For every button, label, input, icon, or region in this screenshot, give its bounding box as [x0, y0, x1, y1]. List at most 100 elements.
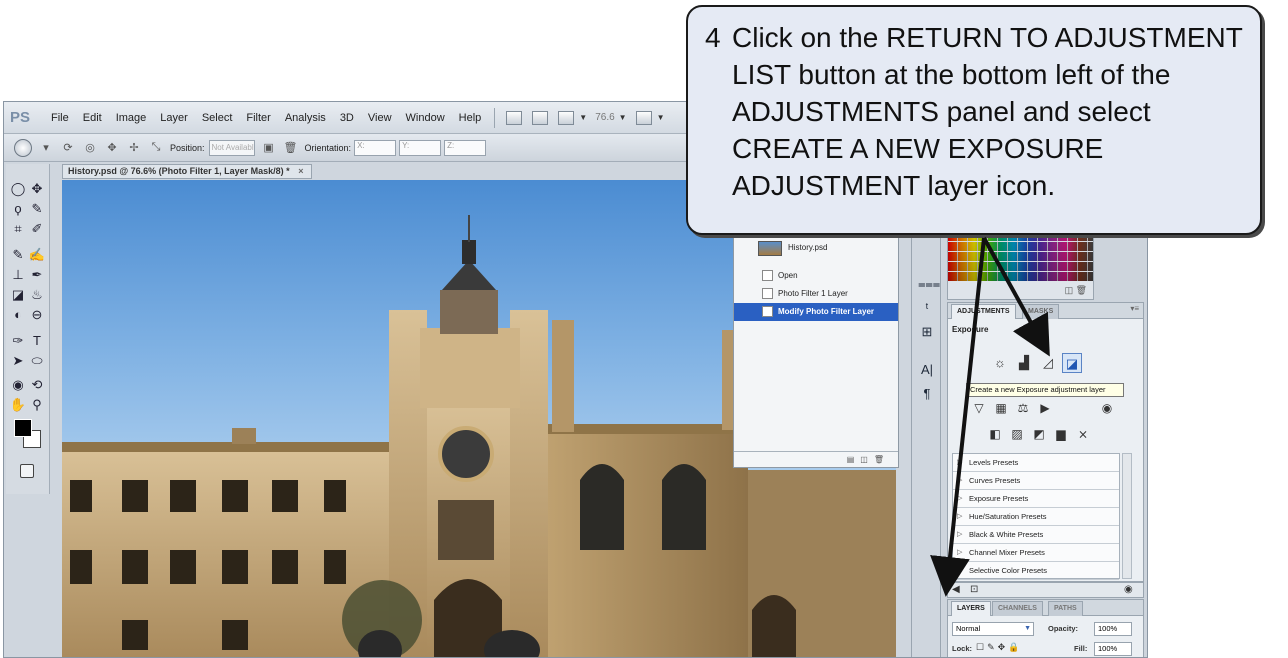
- menu-3d[interactable]: 3D: [333, 112, 361, 124]
- move-tool-icon[interactable]: ✥: [28, 180, 46, 198]
- preset-curves[interactable]: ▷ Curves Presets: [953, 472, 1119, 490]
- history-item-photo-filter[interactable]: Photo Filter 1 Layer: [734, 285, 898, 303]
- clip-to-layer-icon[interactable]: ◉: [1124, 584, 1133, 595]
- z-field[interactable]: Z:: [444, 139, 487, 156]
- exposure-icon[interactable]: ◪: [1062, 353, 1082, 373]
- return-to-adjustment-list-icon[interactable]: ◀: [952, 584, 960, 595]
- chevron-down-icon[interactable]: ▼: [657, 113, 665, 122]
- tool-preset-icon[interactable]: [14, 138, 32, 157]
- foreground-color-swatch[interactable]: [14, 419, 32, 437]
- hand-tool-icon[interactable]: ✋: [9, 396, 27, 414]
- document-tab[interactable]: History.psd @ 76.6% (Photo Filter 1, Lay…: [62, 164, 312, 179]
- delete-position-icon[interactable]: 🗑: [283, 141, 299, 155]
- brush-tool-icon[interactable]: ✍: [28, 246, 46, 264]
- 3d-rotate-icon[interactable]: ◉: [9, 376, 27, 394]
- quick-select-tool-icon[interactable]: ✎: [28, 200, 46, 218]
- opacity-field[interactable]: 100%: [1094, 622, 1132, 636]
- clone-stamp-icon[interactable]: ⊥: [9, 266, 27, 284]
- invert-icon[interactable]: ◧: [986, 427, 1004, 443]
- chevron-right-icon[interactable]: ▷: [957, 508, 962, 525]
- menu-image[interactable]: Image: [109, 112, 154, 124]
- type-tool-icon[interactable]: T: [28, 332, 46, 350]
- history-snapshot[interactable]: History.psd: [734, 239, 898, 259]
- chevron-right-icon[interactable]: ▷: [957, 454, 962, 471]
- chevron-right-icon[interactable]: ▷: [957, 472, 962, 489]
- view-extras-icon[interactable]: [558, 110, 575, 125]
- chevron-down-icon[interactable]: ▾: [38, 141, 54, 155]
- chevron-down-icon[interactable]: ▼: [619, 113, 627, 122]
- menu-window[interactable]: Window: [399, 112, 452, 124]
- menu-edit[interactable]: Edit: [76, 112, 109, 124]
- rotate-3d-icon[interactable]: ⟳: [60, 141, 76, 155]
- quick-mask-icon[interactable]: [20, 464, 34, 478]
- tab-channels[interactable]: CHANNELS: [992, 601, 1043, 616]
- preset-black-white[interactable]: ▷ Black & White Presets: [953, 526, 1119, 544]
- close-icon[interactable]: ×: [298, 166, 303, 176]
- tab-layers[interactable]: LAYERS: [951, 601, 991, 616]
- save-position-icon[interactable]: ▣: [261, 141, 277, 155]
- zoom-tool-icon[interactable]: ⚲: [28, 396, 46, 414]
- fill-field[interactable]: 100%: [1094, 642, 1132, 656]
- preset-hue-saturation[interactable]: ▷ Hue/Saturation Presets: [953, 508, 1119, 526]
- hue-saturation-icon[interactable]: ▦: [992, 401, 1010, 417]
- clone-source-icon[interactable]: ⊞: [918, 324, 936, 340]
- history-item-modify-photo-filter[interactable]: Modify Photo Filter Layer: [734, 303, 898, 321]
- history-item-open[interactable]: Open: [734, 267, 898, 285]
- blur-tool-icon[interactable]: ◐: [9, 306, 27, 324]
- menu-view[interactable]: View: [361, 112, 399, 124]
- menu-select[interactable]: Select: [195, 112, 240, 124]
- path-selection-icon[interactable]: ➤: [9, 352, 27, 370]
- dodge-tool-icon[interactable]: ⊖: [28, 306, 46, 324]
- paint-bucket-icon[interactable]: ♨: [28, 286, 46, 304]
- brightness-contrast-icon[interactable]: ☼: [990, 353, 1010, 373]
- tab-paths[interactable]: PATHS: [1048, 601, 1083, 616]
- channel-mixer-icon[interactable]: ◉: [1098, 401, 1116, 417]
- menu-help[interactable]: Help: [452, 112, 489, 124]
- zoom-level[interactable]: 76.6: [591, 112, 618, 123]
- drag-3d-icon[interactable]: ✥: [104, 141, 120, 155]
- preset-levels[interactable]: ▷ Levels Presets: [953, 454, 1119, 472]
- chevron-down-icon[interactable]: ▼: [1024, 623, 1031, 635]
- panel-menu-icon[interactable]: ▾≡: [1130, 304, 1139, 313]
- y-field[interactable]: Y:: [399, 139, 442, 156]
- preset-exposure[interactable]: ▷ Exposure Presets: [953, 490, 1119, 508]
- position-select[interactable]: Not Available: [208, 139, 255, 156]
- shape-tool-icon[interactable]: ⬭: [28, 352, 46, 370]
- character-icon[interactable]: A|: [918, 362, 936, 378]
- arrange-documents-icon[interactable]: [635, 110, 652, 125]
- tab-masks[interactable]: MASKS: [1022, 304, 1060, 319]
- preset-selective-color[interactable]: ▷ Selective Color Presets: [953, 562, 1119, 580]
- chevron-down-icon[interactable]: ▼: [579, 113, 587, 122]
- history-brush-icon[interactable]: ✒: [28, 266, 46, 284]
- mini-bridge-icon[interactable]: [532, 110, 549, 125]
- brush-presets-icon[interactable]: ⩶: [918, 276, 940, 292]
- healing-brush-icon[interactable]: ✎: [9, 246, 27, 264]
- lock-icons[interactable]: ☐✎✥🔒: [976, 642, 1022, 653]
- bridge-icon[interactable]: [506, 110, 523, 125]
- chevron-right-icon[interactable]: ▷: [957, 562, 962, 579]
- tab-adjustments[interactable]: ADJUSTMENTS: [951, 304, 1016, 319]
- history-footer-icons[interactable]: ▤◫🗑: [734, 451, 898, 467]
- menu-filter[interactable]: Filter: [239, 112, 277, 124]
- 3d-orbit-icon[interactable]: ⟲: [28, 376, 46, 394]
- selective-color-icon[interactable]: ⨯: [1074, 427, 1092, 443]
- swatch-footer-icons[interactable]: ◫ 🗑: [948, 281, 1093, 299]
- color-balance-icon[interactable]: ⚖: [1014, 401, 1032, 417]
- menu-layer[interactable]: Layer: [153, 112, 195, 124]
- chevron-right-icon[interactable]: ▷: [957, 544, 962, 561]
- roll-3d-icon[interactable]: ◎: [82, 141, 98, 155]
- levels-icon[interactable]: ▟: [1014, 353, 1034, 373]
- lasso-tool-icon[interactable]: ϙ: [9, 200, 27, 218]
- slide-3d-icon[interactable]: ✢: [126, 141, 142, 155]
- tool-presets-icon[interactable]: ᵗ: [918, 300, 936, 316]
- curves-icon[interactable]: ◿: [1038, 353, 1058, 373]
- menu-file[interactable]: File: [44, 112, 76, 124]
- gradient-map-icon[interactable]: ▆: [1052, 427, 1070, 443]
- black-white-icon[interactable]: ▶: [1036, 401, 1054, 417]
- blend-mode-select[interactable]: Normal ▼: [952, 622, 1034, 636]
- paragraph-icon[interactable]: ¶: [918, 386, 936, 402]
- marquee-tool-icon[interactable]: ◯: [9, 180, 27, 198]
- expanded-view-icon[interactable]: ⊡: [970, 584, 978, 595]
- vibrance-icon[interactable]: ▽: [970, 401, 988, 417]
- threshold-icon[interactable]: ◩: [1030, 427, 1048, 443]
